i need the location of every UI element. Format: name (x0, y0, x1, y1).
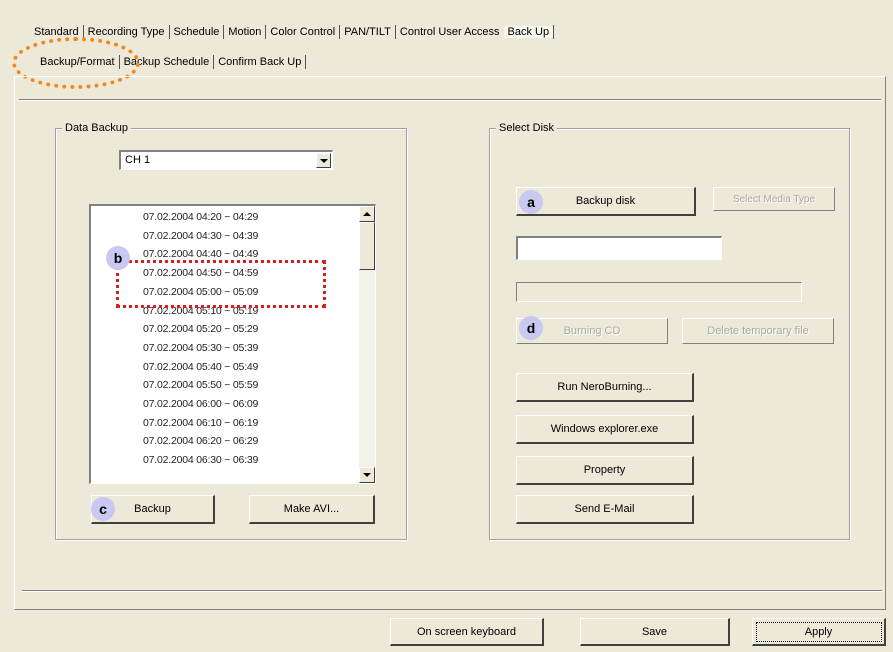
recording-list-item[interactable]: 07.02.2004 05:40 ~ 05:49 (143, 361, 258, 373)
windows-explorer-button[interactable]: Windows explorer.exe (516, 415, 694, 444)
select-media-type-button[interactable]: Select Media Type (713, 187, 835, 211)
scroll-down-button[interactable] (359, 467, 375, 483)
recording-list[interactable]: 07.02.2004 04:20 ~ 04:29 07.02.2004 04:30… (89, 204, 376, 484)
recording-list-item[interactable]: 07.02.2004 04:30 ~ 04:39 (143, 230, 258, 242)
highlight-selected-range (116, 260, 326, 308)
recording-list-item[interactable]: 07.02.2004 04:40 ~ 04:49 (143, 248, 258, 260)
recording-list-item[interactable]: 07.02.2004 05:30 ~ 05:39 (143, 342, 258, 354)
recording-list-item[interactable]: 07.02.2004 05:20 ~ 05:29 (143, 323, 258, 335)
arrow-down-icon (363, 473, 371, 477)
channel-value: CH 1 (125, 154, 151, 166)
send-email-button[interactable]: Send E-Mail (516, 495, 694, 524)
channel-select[interactable]: CH 1 (119, 150, 333, 170)
recording-list-item[interactable]: 07.02.2004 06:30 ~ 06:39 (143, 454, 258, 466)
data-backup-label: Data Backup (62, 122, 131, 134)
tab-back-up[interactable]: Back Up (503, 26, 554, 38)
backup-disk-button[interactable]: Backup disk (516, 187, 696, 216)
tab-separator (553, 25, 555, 39)
scroll-thumb[interactable] (359, 222, 375, 270)
tab-control-user-access[interactable]: Control User Access (396, 26, 504, 38)
apply-button[interactable]: Apply (752, 618, 886, 646)
tab-separator (305, 55, 307, 69)
scroll-up-button[interactable] (359, 206, 375, 222)
burn-progress-bar (516, 282, 802, 302)
tab-recording-type[interactable]: Recording Type (84, 26, 169, 38)
arrow-up-icon (363, 212, 371, 216)
recording-list-item[interactable]: 07.02.2004 06:00 ~ 06:09 (143, 398, 258, 410)
recording-list-item[interactable]: 07.02.2004 06:20 ~ 06:29 (143, 435, 258, 447)
recording-list-item[interactable]: 07.02.2004 06:10 ~ 06:19 (143, 417, 258, 429)
tab-pan-tilt[interactable]: PAN/TILT (340, 26, 395, 38)
tab-motion[interactable]: Motion (224, 26, 265, 38)
run-neroburning-button[interactable]: Run NeroBurning... (516, 373, 694, 402)
delete-temporary-file-button[interactable]: Delete temporary file (682, 318, 834, 344)
dropdown-button[interactable] (316, 153, 331, 168)
recording-list-item[interactable]: 07.02.2004 05:50 ~ 05:59 (143, 379, 258, 391)
marker-b: b (106, 246, 130, 270)
list-scrollbar[interactable] (359, 206, 375, 483)
tab-schedule[interactable]: Schedule (170, 26, 224, 38)
chevron-down-icon (319, 158, 328, 163)
property-button[interactable]: Property (516, 456, 694, 485)
divider (22, 590, 882, 592)
marker-d: d (519, 316, 543, 340)
marker-c: c (91, 497, 115, 521)
tab-color-control[interactable]: Color Control (266, 26, 339, 38)
disk-path-field[interactable] (516, 236, 722, 260)
backup-dialog: Standard Recording Type Schedule Motion … (0, 0, 893, 652)
make-avi-button[interactable]: Make AVI... (249, 495, 375, 524)
on-screen-keyboard-button[interactable]: On screen keyboard (390, 618, 544, 646)
save-button[interactable]: Save (580, 618, 730, 646)
recording-list-item[interactable]: 07.02.2004 04:20 ~ 04:29 (143, 211, 258, 223)
divider (19, 99, 881, 101)
marker-a: a (519, 190, 543, 214)
select-disk-label: Select Disk (496, 122, 558, 134)
tab-confirm-back-up[interactable]: Confirm Back Up (214, 56, 305, 68)
main-tab-bar: Standard Recording Type Schedule Motion … (30, 22, 555, 42)
